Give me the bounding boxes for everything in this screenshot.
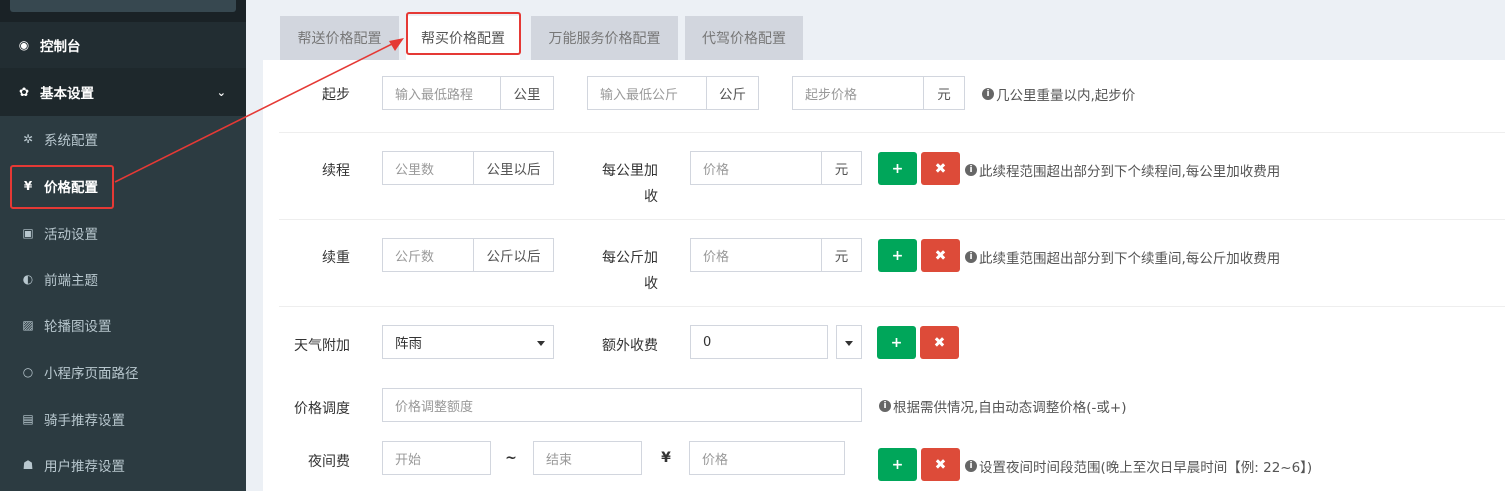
sidebar-item-label: 用户推荐设置 — [44, 459, 125, 475]
help-text: 设置夜间时间段范围(晚上至次日早晨时间【例: 22~6】) — [979, 460, 1313, 476]
night-start-input[interactable]: 开始 — [382, 441, 491, 475]
kg-input[interactable]: 公斤数 — [382, 238, 474, 272]
info-icon: i — [879, 400, 891, 412]
sidebar: ◉ 控制台 ✿ 基本设置 ⌄ ✲ 系统配置 ¥ 价格配置 ▣ 活动设置 ◐ 前端… — [0, 0, 246, 491]
distance-help-text: i 此续程范围超出部分到下个续程间,每公里加收费用 — [965, 160, 1280, 180]
sidebar-search-area — [0, 0, 246, 22]
per-km-label-line1: 每公里加 — [602, 163, 658, 179]
add-weather-button[interactable]: + — [877, 326, 916, 359]
sidebar-item-label: 骑手推荐设置 — [44, 413, 125, 429]
weather-select-caret-icon — [537, 341, 545, 346]
add-night-button[interactable]: + — [878, 448, 917, 481]
sidebar-item-label: 小程序页面路径 — [44, 366, 139, 382]
sidebar-item-rider-referral[interactable]: ▤ 骑手推荐设置 — [0, 396, 246, 442]
purchase-tab-highlight — [406, 12, 521, 55]
per-kg-label-line2: 收 — [644, 276, 658, 292]
km-after-addon: 公里以后 — [473, 151, 554, 185]
tab-universal-service-price[interactable]: 万能服务价格配置 — [531, 16, 678, 60]
night-fee-label: 夜间费 — [308, 454, 350, 470]
chevron-down-icon: ⌄ — [216, 85, 226, 99]
sidebar-item-user-referral[interactable]: ☗ 用户推荐设置 — [0, 442, 246, 488]
price-unit-addon: 元 — [923, 76, 965, 110]
divider — [279, 219, 1505, 220]
divider — [279, 306, 1505, 307]
sidebar-item-carousel[interactable]: ▨ 轮播图设置 — [0, 302, 246, 348]
start-price-input[interactable]: 起步价格 — [792, 76, 924, 110]
start-label: 起步 — [322, 87, 350, 103]
sidebar-item-theme[interactable]: ◐ 前端主题 — [0, 256, 246, 302]
start-help-text: i 几公里重量以内,起步价 — [982, 84, 1135, 104]
sidebar-item-system-config[interactable]: ✲ 系统配置 — [0, 116, 246, 162]
weight-unit-addon: 公斤 — [706, 76, 759, 110]
cog-icon: ✲ — [22, 132, 34, 146]
gear-icon: ✿ — [18, 85, 30, 99]
night-end-input[interactable]: 结束 — [533, 441, 642, 475]
per-kg-unit-addon: 元 — [821, 238, 862, 272]
min-weight-input[interactable]: 输入最低公斤 — [587, 76, 707, 110]
sidebar-item-label: 基本设置 — [40, 86, 94, 102]
tab-delivery-price[interactable]: 帮送价格配置 — [280, 16, 399, 60]
remove-weather-button[interactable]: ✖ — [920, 326, 959, 359]
weight-help-text: i 此续重范围超出部分到下个续重间,每公斤加收费用 — [965, 247, 1280, 267]
night-price-input[interactable]: 价格 — [689, 441, 845, 475]
kg-after-addon: 公斤以后 — [473, 238, 554, 272]
sidebar-item-label: 前端主题 — [44, 273, 98, 289]
extra-charge-label: 额外收费 — [602, 338, 658, 354]
info-icon: i — [965, 460, 977, 472]
sidebar-item-dashboard[interactable]: ◉ 控制台 — [0, 22, 246, 68]
tab-designated-driver-price[interactable]: 代驾价格配置 — [685, 16, 803, 60]
sidebar-item-label: 系统配置 — [44, 133, 98, 149]
extra-charge-caret-icon — [845, 341, 853, 346]
help-text: 几公里重量以内,起步价 — [996, 88, 1136, 104]
min-distance-input[interactable]: 输入最低路程 — [382, 76, 501, 110]
gift-icon: ▣ — [22, 226, 34, 240]
price-config-highlight — [10, 165, 114, 209]
divider — [279, 132, 1505, 133]
sidebar-item-miniprogram-path[interactable]: ○ 小程序页面路径 — [0, 348, 246, 396]
add-weight-button[interactable]: + — [878, 239, 917, 272]
km-input[interactable]: 公里数 — [382, 151, 474, 185]
image-icon: ▨ — [22, 318, 34, 332]
adjust-help-text: i 根据需供情况,自由动态调整价格(-或+) — [879, 396, 1127, 416]
palette-icon: ◐ — [22, 272, 34, 286]
price-adjust-input[interactable]: 价格调整额度 — [382, 388, 862, 422]
info-icon: i — [965, 251, 977, 263]
distance-label: 续程 — [322, 163, 350, 179]
remove-night-button[interactable]: ✖ — [921, 448, 960, 481]
sidebar-search-input[interactable] — [10, 0, 236, 12]
circle-icon: ○ — [22, 365, 34, 379]
info-icon: i — [965, 164, 977, 176]
dashboard-icon: ◉ — [18, 38, 30, 52]
distance-unit-addon: 公里 — [500, 76, 554, 110]
remove-distance-button[interactable]: ✖ — [921, 152, 960, 185]
lock-icon: ▤ — [22, 412, 34, 426]
per-kg-label-line1: 每公斤加 — [602, 250, 658, 266]
per-km-label: 每公里加 收 — [596, 160, 658, 206]
users-icon: ☗ — [22, 458, 34, 472]
night-help-text: i 设置夜间时间段范围(晚上至次日早晨时间【例: 22~6】) — [965, 456, 1312, 476]
weather-select[interactable]: 阵雨 — [382, 325, 554, 359]
sidebar-item-label: 控制台 — [40, 39, 81, 55]
help-text: 此续重范围超出部分到下个续重间,每公斤加收费用 — [979, 251, 1281, 267]
per-km-label-line2: 收 — [644, 189, 658, 205]
weather-label: 天气附加 — [294, 338, 350, 354]
per-km-price-input[interactable]: 价格 — [690, 151, 822, 185]
sidebar-item-basic-settings[interactable]: ✿ 基本设置 ⌄ — [0, 68, 246, 116]
sidebar-item-activity[interactable]: ▣ 活动设置 — [0, 210, 246, 256]
price-adjust-label: 价格调度 — [294, 401, 350, 417]
per-km-unit-addon: 元 — [821, 151, 862, 185]
help-text: 此续程范围超出部分到下个续程间,每公里加收费用 — [979, 164, 1281, 180]
info-icon: i — [982, 88, 994, 100]
help-text: 根据需供情况,自由动态调整价格(-或+) — [893, 400, 1127, 416]
yen-symbol: ¥ — [661, 450, 671, 466]
per-kg-price-input[interactable]: 价格 — [690, 238, 822, 272]
remove-weight-button[interactable]: ✖ — [921, 239, 960, 272]
extra-charge-input[interactable]: 0 — [690, 325, 828, 359]
per-kg-label: 每公斤加 收 — [596, 247, 658, 293]
range-tilde: ~ — [505, 450, 517, 466]
weight-label: 续重 — [322, 250, 350, 266]
sidebar-item-label: 轮播图设置 — [44, 319, 112, 335]
sidebar-item-label: 活动设置 — [44, 227, 98, 243]
add-distance-button[interactable]: + — [878, 152, 917, 185]
